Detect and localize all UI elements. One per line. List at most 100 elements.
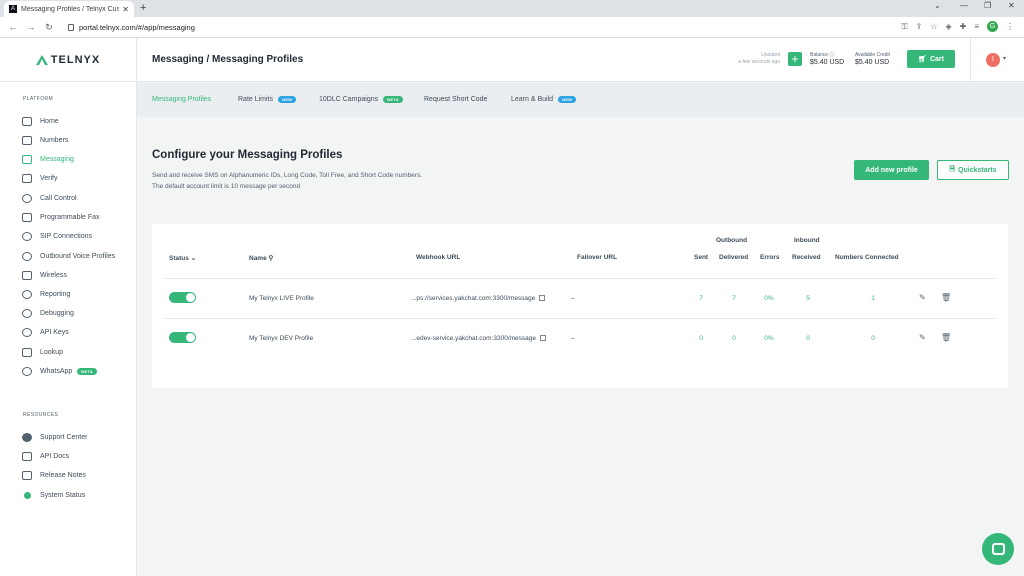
sidebar-item-debugging[interactable]: Debugging: [22, 306, 74, 320]
failover-url: –: [571, 295, 575, 302]
sidebar-item-programmable-fax[interactable]: Programmable Fax: [22, 210, 100, 224]
hash-icon: [22, 347, 32, 357]
message-icon: [22, 154, 32, 164]
sidebar-item-api-docs[interactable]: API Docs: [22, 449, 69, 463]
webhook-url-text: ...edev-service.yakchat.com:3300/message: [411, 335, 537, 342]
cart-button[interactable]: 🛒︎ Cart: [907, 50, 955, 68]
key-icon[interactable]: ⚿: [902, 22, 908, 32]
reload-icon[interactable]: ↻: [44, 22, 54, 33]
edit-icon[interactable]: ✎: [919, 293, 926, 302]
reading-list-icon[interactable]: ≡: [974, 22, 979, 31]
credit-label: Available Credit: [855, 52, 890, 58]
trash-icon[interactable]: 🗑︎: [941, 333, 951, 342]
status-toggle[interactable]: [169, 292, 196, 303]
sidebar-item-outbound-voice-profiles[interactable]: Outbound Voice Profiles: [22, 249, 115, 263]
tab-label: Rate Limits: [238, 96, 274, 103]
lock-icon: [68, 23, 74, 31]
search-icon[interactable]: ⚲: [269, 255, 274, 262]
browser-tab-title: Messaging Profiles / Telnyx Custo: [21, 5, 120, 13]
forward-icon[interactable]: →: [26, 22, 36, 32]
sidebar-item-reporting[interactable]: Reporting: [22, 287, 70, 301]
available-credit: Available Credit $5.40 USD: [855, 51, 890, 67]
copy-icon[interactable]: [540, 335, 547, 341]
browser-menu-icon[interactable]: ⋮: [1006, 22, 1014, 31]
sidebar-item-call-control[interactable]: Call Control: [22, 191, 77, 205]
puzzle-icon[interactable]: ✚: [960, 22, 967, 31]
avatar[interactable]: I: [986, 53, 1000, 67]
browser-tabstrip: A Messaging Profiles / Telnyx Custo ✕ + …: [0, 0, 1024, 17]
pie-chart-icon: [22, 289, 32, 299]
info-icon[interactable]: ⓘ: [829, 52, 834, 58]
restore-icon[interactable]: ❐: [984, 1, 991, 10]
received-count: 5: [806, 295, 810, 302]
sidebar-item-release-notes[interactable]: Release Notes: [22, 468, 86, 482]
received-count: 0: [806, 335, 810, 342]
updated-status: Updated a few seconds ago: [728, 52, 780, 66]
logo-text: TELNYX: [50, 54, 101, 66]
chat-support-button[interactable]: [982, 533, 1014, 565]
sidebar-item-support-center[interactable]: Support Center: [22, 430, 87, 444]
tab-label: 10DLC Campaigns: [319, 96, 379, 103]
back-icon[interactable]: ←: [8, 22, 18, 32]
tab-request-short-code[interactable]: Request Short Code: [424, 96, 487, 103]
numbers-icon: [22, 135, 32, 145]
tab-rate-limits[interactable]: Rate Limits NEW: [238, 96, 297, 103]
sidebar-item-api-keys[interactable]: API Keys: [22, 325, 69, 339]
sidebar-item-numbers[interactable]: Numbers: [22, 133, 68, 147]
logo[interactable]: TELNYX: [0, 38, 137, 82]
tab-10dlc-campaigns[interactable]: 10DLC Campaigns BETA: [319, 96, 403, 103]
sidebar-item-home[interactable]: Home: [22, 114, 59, 128]
browser-tab[interactable]: A Messaging Profiles / Telnyx Custo ✕: [4, 1, 134, 17]
phone-icon: [22, 193, 32, 203]
share-icon[interactable]: ⇪: [916, 22, 923, 31]
sidebar-item-messaging[interactable]: Messaging: [22, 152, 74, 166]
sidebar-item-wireless[interactable]: Wireless: [22, 268, 67, 282]
sidebar-item-lookup[interactable]: Lookup: [22, 345, 63, 359]
description-line: Send and receive SMS on Alphanumeric IDs…: [152, 172, 423, 179]
sidebar-item-label: Lookup: [40, 348, 63, 356]
sidebar-item-verify[interactable]: Verify: [22, 171, 58, 185]
tab-messaging-profiles[interactable]: Messaging Profiles: [152, 96, 211, 103]
browser-profile-icon[interactable]: G: [987, 21, 998, 32]
bookmark-star-icon[interactable]: ☆: [930, 22, 937, 31]
webhook-url: ...ps://services.yakchat.com:3300/messag…: [411, 295, 546, 302]
tab-search-icon[interactable]: ⌄: [934, 1, 941, 10]
chevron-down-icon[interactable]: ▾: [1003, 55, 1006, 62]
numbers-connected-count[interactable]: 1: [863, 295, 883, 302]
key-icon: [22, 327, 32, 337]
quickstarts-button[interactable]: 🗎︎ Quickstarts: [937, 160, 1009, 180]
add-funds-button[interactable]: +: [788, 52, 802, 66]
edit-icon[interactable]: ✎: [919, 333, 926, 342]
extension-icon[interactable]: ◈: [945, 22, 951, 31]
close-window-icon[interactable]: ✕: [1008, 1, 1015, 10]
add-new-profile-button[interactable]: Add new profile: [854, 160, 929, 180]
sidebar-item-system-status[interactable]: System Status: [22, 488, 85, 502]
errors-rate: 0%: [764, 335, 774, 342]
column-header-status[interactable]: Status ⌄: [169, 254, 196, 262]
column-header-numbers-connected: Numbers Connected: [835, 254, 899, 261]
main-title: Configure your Messaging Profiles: [152, 149, 343, 161]
trash-icon[interactable]: 🗑︎: [941, 293, 951, 302]
sidebar-item-label: SIP Connections: [40, 232, 93, 240]
shield-icon: [22, 173, 32, 183]
profiles-table: Outbound Inbound Status ⌄ Name ⚲ Webhook…: [152, 224, 1008, 388]
close-tab-icon[interactable]: ✕: [122, 5, 129, 14]
table-row: My Telnyx DEV Profile ...edev-service.ya…: [164, 318, 996, 358]
column-header-name[interactable]: Name ⚲: [249, 254, 273, 262]
column-header-delivered: Delivered: [719, 254, 749, 261]
sidebar-item-sip-connections[interactable]: SIP Connections: [22, 229, 92, 243]
new-tab-icon[interactable]: +: [140, 2, 146, 14]
profile-name[interactable]: My Telnyx LIVE Profile: [249, 295, 314, 302]
minimize-icon[interactable]: —: [960, 1, 968, 10]
sidebar-item-label: Release Notes: [40, 471, 86, 479]
sidebar-item-whatsapp[interactable]: WhatsApp BETA: [22, 364, 98, 378]
profile-name[interactable]: My Telnyx DEV Profile: [249, 335, 313, 342]
sim-card-icon: [22, 270, 32, 280]
numbers-connected-count[interactable]: 0: [863, 335, 883, 342]
status-toggle[interactable]: [169, 332, 196, 343]
delivered-count: 0: [732, 335, 736, 342]
copy-icon[interactable]: [539, 295, 546, 301]
sidebar-item-label: WhatsApp: [40, 367, 73, 375]
address-bar[interactable]: portal.telnyx.com/#/app/messaging: [68, 23, 195, 32]
tab-learn-build[interactable]: Learn & Build NEW: [511, 96, 577, 103]
